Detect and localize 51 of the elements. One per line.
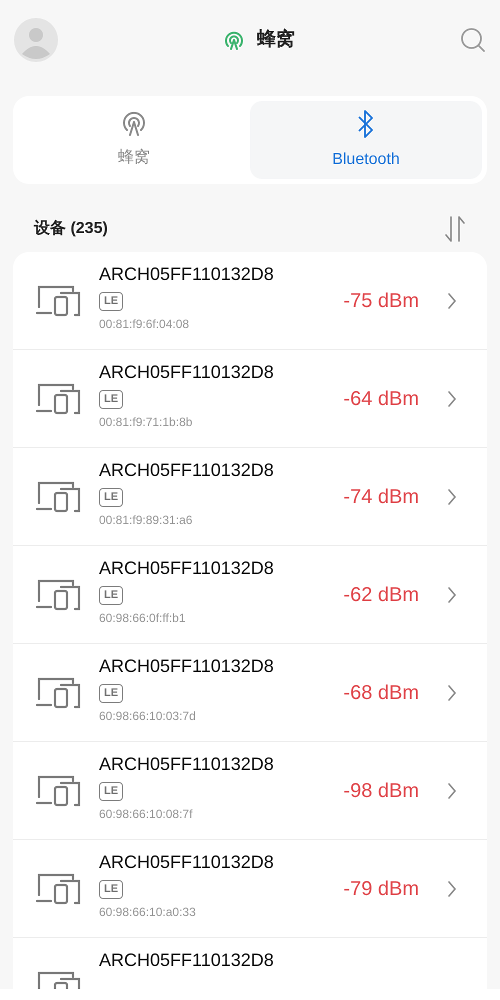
device-tag: LE — [99, 292, 124, 311]
signal-strength: -68 dBm — [343, 680, 420, 706]
device-name: ARCH05FF110132D8 — [99, 361, 274, 384]
device-tag: LE — [99, 684, 124, 703]
device-row[interactable]: ARCH05FF110132D8 LE 60:98:66:10:a0:33 -79 dBm — [13, 840, 487, 938]
antenna-icon — [223, 29, 245, 51]
device-tag: LE — [99, 782, 124, 801]
mac-address: 60:98:66:10:08:7f — [99, 806, 192, 823]
device-row[interactable]: ARCH05FF110132D8 LE 00:81:f9:6f:04:08 -75 dBm — [13, 252, 487, 350]
device-row[interactable]: ARCH05FF110132D8 LE 60:98:66:0f:ff:b1 -62 dBm — [13, 546, 487, 644]
chevron-right-icon[interactable] — [447, 390, 457, 408]
mac-address: 60:98:66:10:03:7d — [99, 708, 196, 725]
bluetooth-icon — [356, 108, 376, 140]
device-row[interactable]: ARCH05FF110132D8 LE 00:81:f9:71:1b:8b -64 dBm — [13, 350, 487, 448]
device-name: ARCH05FF110132D8 — [99, 557, 274, 580]
device-row[interactable]: ARCH05FF110132D8 LE 00:81:f9:89:31:a6 -74 dBm — [13, 448, 487, 546]
device-name: ARCH05FF110132D8 — [99, 263, 274, 286]
chevron-right-icon[interactable] — [447, 880, 457, 898]
mac-address: 00:81:f9:6f:04:08 — [99, 316, 190, 333]
signal-strength: -79 dBm — [343, 876, 420, 902]
chevron-right-icon[interactable] — [447, 586, 457, 604]
section-title: 设备 (235) — [34, 218, 108, 239]
device-tag: LE — [99, 488, 124, 507]
device-name: ARCH05FF110132D8 — [99, 655, 274, 678]
chevron-right-icon[interactable] — [447, 488, 457, 506]
device-tag: LE — [99, 586, 124, 605]
signal-strength: -98 dBm — [343, 778, 420, 804]
chevron-right-icon[interactable] — [447, 782, 457, 800]
signal-strength: -62 dBm — [343, 582, 420, 608]
search-icon[interactable] — [460, 27, 486, 53]
tab[interactable]: Bluetooth — [250, 101, 482, 179]
device-row[interactable]: ARCH05FF110132D8 LE 60:98:66:10:03:7d -68 dBm — [13, 644, 487, 742]
header-title: 蜂窝 — [257, 27, 295, 52]
mac-address: 60:98:66:0f:ff:b1 — [99, 610, 186, 627]
chevron-right-icon[interactable] — [447, 292, 457, 310]
sort-icon[interactable] — [444, 215, 466, 243]
signal-strength: -64 dBm — [343, 386, 420, 412]
device-name: ARCH05FF110132D8 — [99, 459, 274, 482]
chevron-right-icon[interactable] — [447, 684, 457, 702]
signal-strength: -75 dBm — [343, 288, 420, 314]
signal-strength: -74 dBm — [343, 484, 420, 510]
mac-address: 60:98:66:10:a0:33 — [99, 904, 196, 921]
device-name: ARCH05FF110132D8 — [99, 851, 274, 874]
device-name: ARCH05FF110132D8 — [99, 949, 274, 972]
antenna-icon — [121, 110, 147, 138]
device-name: ARCH05FF110132D8 — [99, 753, 274, 776]
mac-address: 00:81:f9:71:1b:8b — [99, 414, 192, 431]
device-row[interactable]: ARCH05FF110132D8 LE 60:98:66:10:08:7f -98 dBm — [13, 742, 487, 840]
mac-address: 00:81:f9:89:31:a6 — [99, 512, 192, 529]
device-tag: LE — [99, 390, 124, 409]
device-tag: LE — [99, 880, 124, 899]
